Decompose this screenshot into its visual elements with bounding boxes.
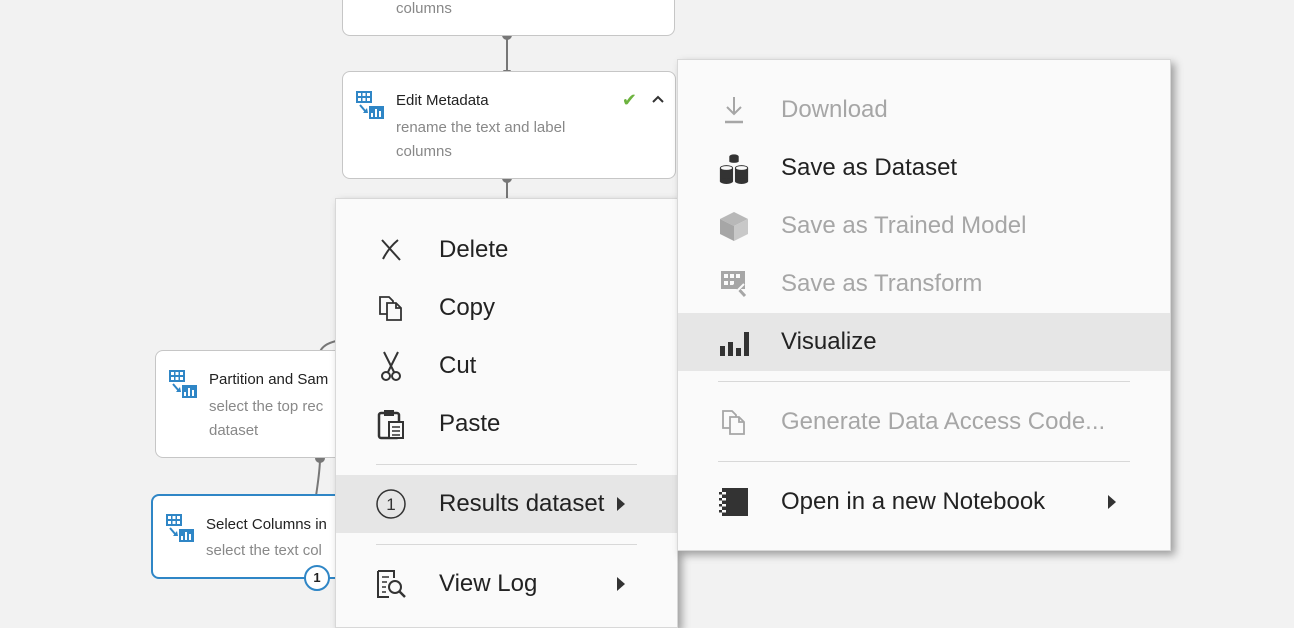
module-node-edit-metadata[interactable]: Edit Metadata ✔ rename the text and labe…	[342, 71, 676, 179]
module-description: select the text col	[206, 542, 322, 559]
module-title: Partition and Sam	[209, 371, 329, 388]
menu-item-label: Cut	[439, 352, 477, 379]
port-1-icon: 1	[375, 488, 407, 520]
module-description: select the top rec dataset	[209, 398, 324, 439]
menu-item-delete[interactable]: Delete	[336, 221, 677, 279]
module-node-top[interactable]: columns	[342, 0, 675, 36]
module-icon	[356, 91, 384, 119]
module-title: Select Columns in	[206, 516, 327, 533]
module-icon	[169, 370, 197, 398]
results-dataset-submenu: Download Save as Dataset Save as Trained…	[677, 59, 1171, 551]
menu-item-cut[interactable]: Cut	[336, 337, 677, 395]
menu-item-label: Paste	[439, 410, 501, 437]
output-port-badge[interactable]: 1	[304, 565, 330, 591]
menu-item-label: View Log	[439, 570, 538, 597]
download-icon	[718, 94, 750, 126]
submenu-arrow-icon	[1108, 495, 1116, 509]
module-description: columns	[396, 0, 452, 17]
context-menu: Delete Copy Cut Paste 1 Results dataset	[335, 198, 678, 628]
menu-item-label: Open in a new Notebook	[781, 488, 1046, 515]
submenu-item-download[interactable]: Download	[678, 81, 1170, 139]
transform-icon	[718, 268, 750, 300]
notebook-icon	[718, 486, 750, 518]
paste-icon	[375, 408, 407, 440]
menu-item-label: Generate Data Access Code...	[781, 408, 1106, 435]
submenu-arrow-icon	[617, 577, 625, 591]
experiment-canvas[interactable]: columns Edit Metadata ✔ rename the text …	[0, 0, 1294, 628]
menu-item-label: Save as Transform	[781, 270, 983, 297]
view-log-icon	[375, 568, 407, 600]
submenu-item-save-as-trained-model[interactable]: Save as Trained Model	[678, 197, 1170, 255]
visualize-icon	[718, 326, 750, 358]
menu-separator	[376, 464, 637, 465]
save-dataset-icon	[718, 152, 750, 184]
menu-item-results-dataset[interactable]: 1 Results dataset	[336, 475, 677, 533]
scissors-icon	[375, 350, 407, 382]
chevron-up-icon[interactable]	[651, 92, 665, 106]
menu-item-label: Download	[781, 96, 888, 123]
module-description: rename the text and label columns	[396, 119, 566, 160]
menu-item-label: Delete	[439, 236, 509, 263]
menu-item-label: Copy	[439, 294, 496, 321]
submenu-item-save-as-transform[interactable]: Save as Transform	[678, 255, 1170, 313]
module-icon	[166, 514, 194, 542]
submenu-item-save-as-dataset[interactable]: Save as Dataset	[678, 139, 1170, 197]
menu-separator	[376, 544, 637, 545]
submenu-item-open-in-notebook[interactable]: Open in a new Notebook	[678, 473, 1170, 531]
submenu-arrow-icon	[617, 497, 625, 511]
submenu-item-generate-data-access-code[interactable]: Generate Data Access Code...	[678, 393, 1170, 451]
menu-separator	[718, 461, 1130, 462]
menu-separator	[718, 381, 1130, 382]
submenu-item-visualize[interactable]: Visualize	[678, 313, 1170, 371]
menu-item-label: Save as Trained Model	[781, 212, 1027, 239]
port-number: 1	[386, 495, 395, 514]
menu-item-label: Results dataset	[439, 490, 605, 517]
delete-x-icon	[375, 234, 407, 266]
menu-item-copy[interactable]: Copy	[336, 279, 677, 337]
checkmark-icon: ✔	[621, 90, 637, 110]
data-access-code-icon	[718, 406, 750, 438]
menu-item-view-log[interactable]: View Log	[336, 555, 677, 613]
module-node-partition[interactable]: Partition and Sam select the top rec dat…	[155, 350, 355, 458]
module-title: Edit Metadata	[396, 92, 489, 109]
menu-item-label: Save as Dataset	[781, 154, 958, 181]
menu-item-label: Visualize	[781, 328, 877, 355]
menu-item-paste[interactable]: Paste	[336, 395, 677, 453]
trained-model-icon	[718, 210, 750, 242]
copy-icon	[375, 292, 407, 324]
